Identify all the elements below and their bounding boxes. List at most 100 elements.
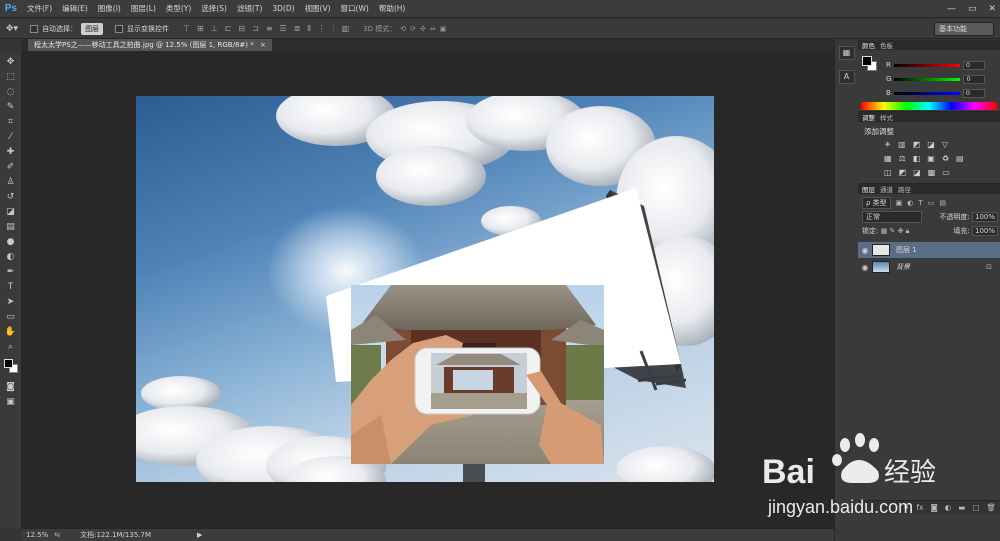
align-top-icon[interactable]: ⊤ (183, 24, 190, 34)
fill-value[interactable]: 100% (971, 226, 998, 236)
kind-filter-dropdown[interactable]: ρ 类型 (862, 197, 891, 209)
align-right-icon[interactable]: ⊐ (252, 24, 259, 34)
lock-position-icon[interactable]: ✥ (898, 227, 904, 235)
pen-tool-icon[interactable]: ✒ (3, 266, 19, 278)
layer-row[interactable]: ◉ 背景 ⊡ (858, 259, 1000, 275)
move-tool-icon[interactable]: ✥ (3, 56, 19, 68)
tab-adjustments[interactable]: 调整 (862, 112, 875, 122)
lasso-tool-icon[interactable]: ◌ (3, 86, 19, 98)
align-bottom-icon[interactable]: ⊥ (211, 24, 218, 34)
color-spectrum[interactable] (861, 102, 997, 110)
filter-pixel-icon[interactable]: ▣ (896, 199, 903, 207)
distribute-bottom-icon[interactable]: ≣ (294, 24, 301, 34)
menu-help[interactable]: 帮助(H) (374, 3, 411, 14)
distribute-middle-icon[interactable]: ☰ (280, 24, 287, 34)
posterize-icon[interactable]: ◩ (899, 168, 907, 177)
levels-icon[interactable]: ▥ (898, 140, 906, 149)
vibrance-icon[interactable]: ▽ (942, 140, 948, 149)
zoom-level[interactable]: 12.5% (26, 531, 48, 539)
tab-swatches[interactable]: 色板 (880, 40, 893, 50)
lock-all-icon[interactable]: 🔒︎ (906, 227, 910, 235)
black-white-icon[interactable]: ◧ (913, 154, 921, 163)
blend-mode-dropdown[interactable]: 正常 (862, 211, 922, 223)
history-panel-icon[interactable]: ▦ (838, 46, 855, 60)
curves-icon[interactable]: ◩ (913, 140, 921, 149)
layer-1-photo[interactable] (351, 285, 604, 464)
maximize-icon[interactable]: ▭ (968, 4, 977, 14)
layer-name[interactable]: 图层 1 (896, 245, 917, 255)
layer-name[interactable]: 背景 (896, 262, 910, 272)
auto-align-icon[interactable]: ▥ (342, 24, 350, 34)
character-panel-icon[interactable]: A (838, 70, 855, 84)
3d-scale-icon[interactable]: ▣ (440, 25, 447, 33)
status-export-icon[interactable]: ⇆ (54, 531, 60, 539)
hue-saturation-icon[interactable]: ▦ (884, 154, 892, 163)
distribute-left-icon[interactable]: ⫴ (307, 24, 310, 34)
zoom-tool-icon[interactable]: ⌕ (3, 341, 19, 353)
menu-type[interactable]: 类型(Y) (161, 3, 196, 14)
delete-layer-icon[interactable]: 🗑︎ (986, 503, 996, 512)
lock-transparent-icon[interactable]: ▦ (881, 227, 888, 235)
threshold-icon[interactable]: ◪ (913, 168, 921, 177)
layer-row[interactable]: ◉ 图层 1 (858, 242, 1000, 258)
menu-select[interactable]: 选择(S) (196, 3, 232, 14)
foreground-color[interactable] (3, 359, 13, 368)
invert-icon[interactable]: ◫ (884, 168, 892, 177)
color-lookup-icon[interactable]: ▤ (956, 154, 964, 163)
red-value[interactable]: 0 (962, 60, 985, 70)
3d-slide-icon[interactable]: ⇔ (430, 25, 436, 33)
red-track[interactable] (893, 63, 960, 67)
eyedropper-tool-icon[interactable]: ⁄ (3, 131, 19, 143)
color-panel-swatches[interactable] (862, 56, 878, 72)
distribute-top-icon[interactable]: ≡ (266, 24, 273, 34)
exposure-icon[interactable]: ◪ (927, 140, 935, 149)
blur-tool-icon[interactable]: ● (3, 236, 19, 248)
healing-brush-icon[interactable]: ✚ (3, 146, 19, 158)
dodge-tool-icon[interactable]: ◐ (3, 251, 19, 263)
visibility-eye-icon[interactable]: ◉ (858, 246, 872, 255)
green-track[interactable] (894, 77, 961, 81)
menu-file[interactable]: 文件(F) (22, 3, 57, 14)
photo-filter-icon[interactable]: ▣ (927, 154, 935, 163)
blue-track[interactable] (893, 91, 960, 95)
3d-drag-icon[interactable]: ✣ (420, 25, 426, 33)
color-balance-icon[interactable]: ⚖ (899, 154, 906, 163)
shape-tool-icon[interactable]: ▭ (3, 311, 19, 323)
tab-channels[interactable]: 通道 (880, 184, 893, 194)
menu-window[interactable]: 窗口(W) (336, 3, 374, 14)
blue-slider[interactable]: B 0 (886, 88, 998, 98)
green-slider[interactable]: G 0 (886, 74, 998, 84)
lock-image-icon[interactable]: ✎ (889, 227, 895, 235)
clone-stamp-icon[interactable]: ♙ (3, 176, 19, 188)
new-layer-icon[interactable]: ▢ (972, 503, 979, 512)
eraser-tool-icon[interactable]: ◪ (3, 206, 19, 218)
red-slider[interactable]: R 0 (886, 60, 998, 70)
menu-edit[interactable]: 编辑(E) (57, 3, 93, 14)
tab-layers[interactable]: 图层 (862, 184, 875, 194)
filter-type-icon[interactable]: T (918, 199, 922, 207)
channel-mixer-icon[interactable]: ♻ (942, 154, 949, 163)
auto-select-checkbox[interactable] (30, 24, 39, 33)
status-menu-arrow-icon[interactable]: ▶ (197, 531, 202, 539)
menu-layer[interactable]: 图层(L) (126, 3, 161, 14)
workspace-dropdown[interactable]: 基本功能 (934, 22, 994, 36)
blue-value[interactable]: 0 (962, 88, 985, 98)
filter-smart-icon[interactable]: ▤ (939, 199, 946, 207)
opacity-value[interactable]: 100% (971, 212, 998, 222)
auto-select-dropdown[interactable]: 图层 (81, 22, 104, 35)
document-canvas[interactable] (136, 96, 714, 482)
move-tool-icon[interactable]: ✥▾ (6, 24, 18, 34)
type-tool-icon[interactable]: T (3, 281, 19, 293)
close-tab-icon[interactable]: × (260, 41, 266, 49)
minimize-icon[interactable]: — (947, 4, 956, 14)
filter-adjust-icon[interactable]: ◐ (907, 199, 913, 207)
close-icon[interactable]: ✕ (988, 4, 996, 14)
menu-image[interactable]: 图像(I) (93, 3, 126, 14)
selective-color-icon[interactable]: ▩ (928, 168, 936, 177)
tab-paths[interactable]: 路径 (898, 184, 911, 194)
align-left-icon[interactable]: ⊏ (225, 24, 232, 34)
quick-select-tool-icon[interactable]: ✎ (3, 101, 19, 113)
green-value[interactable]: 0 (963, 74, 986, 84)
distribute-center-icon[interactable]: ⋮ (318, 24, 326, 34)
menu-3d[interactable]: 3D(D) (267, 4, 299, 13)
